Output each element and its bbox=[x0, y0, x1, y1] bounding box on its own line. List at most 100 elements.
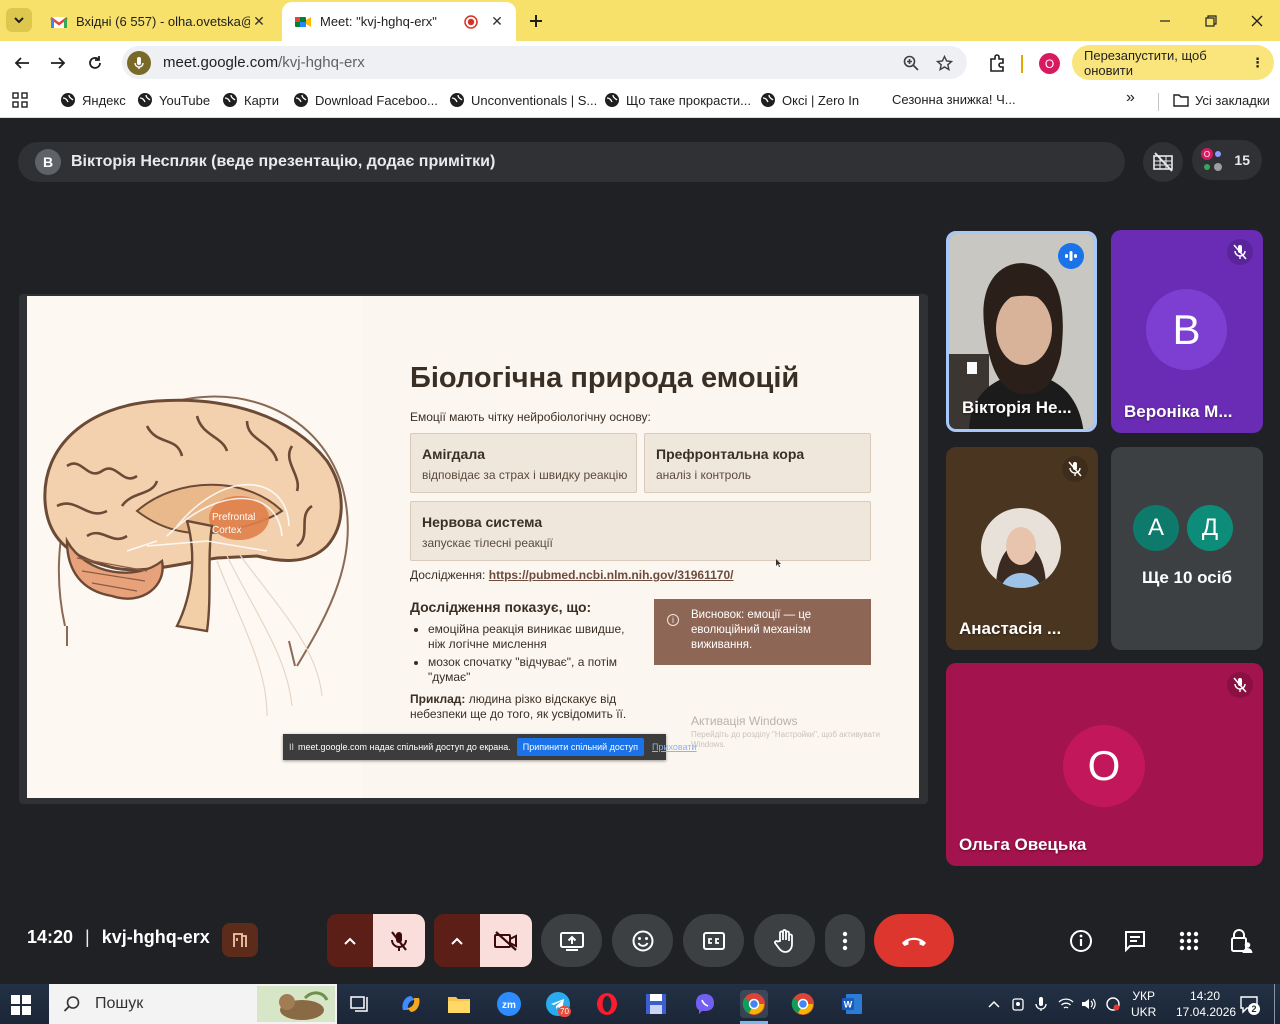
other-participants-tile[interactable]: А Д Ще 10 осіб bbox=[1111, 447, 1263, 650]
tab-gmail[interactable]: Вхідні (6 557) - olha.ovetska@n ✕ bbox=[38, 2, 278, 41]
chevron-up-icon bbox=[451, 937, 463, 945]
conclusion-box: i Висновок: емоції — це еволюційний меха… bbox=[654, 599, 871, 665]
participant-tile-viktoria[interactable]: Вікторія Не... bbox=[946, 231, 1097, 432]
info-icon: i bbox=[667, 614, 679, 626]
microphone-toggle-button[interactable] bbox=[373, 914, 425, 967]
bookmark-label: Що таке прокрасти... bbox=[626, 92, 751, 108]
bookmarks-overflow-button[interactable]: » bbox=[1126, 89, 1135, 107]
bookmark-label: Карти bbox=[244, 92, 279, 108]
research-link[interactable]: https://pubmed.ncbi.nlm.nih.gov/31961170… bbox=[489, 568, 734, 582]
viber-icon[interactable] bbox=[691, 990, 719, 1018]
profile-avatar[interactable]: O bbox=[1039, 53, 1060, 74]
example-label: Приклад: bbox=[410, 692, 466, 706]
host-controls-icon[interactable] bbox=[222, 923, 258, 957]
close-tab-icon[interactable]: ✕ bbox=[488, 13, 506, 31]
bookmark-procrastination[interactable]: Що таке прокрасти... bbox=[604, 92, 751, 108]
participant-avatar: O bbox=[1063, 725, 1145, 807]
activities-button[interactable] bbox=[1175, 927, 1203, 955]
microphone-permission-icon[interactable] bbox=[127, 50, 151, 75]
participant-tile-olha[interactable]: O Ольга Овецька bbox=[946, 663, 1263, 866]
forward-button[interactable] bbox=[44, 49, 72, 77]
close-icon bbox=[1251, 15, 1263, 26]
search-highlight-illustration bbox=[257, 986, 335, 1022]
windows-start-icon[interactable] bbox=[10, 994, 32, 1016]
participant-tile-veronika[interactable]: В Вероніка М... bbox=[1111, 230, 1263, 433]
participants-button[interactable]: O 15 bbox=[1192, 140, 1262, 180]
power-tray-icon[interactable] bbox=[1099, 990, 1127, 1018]
bookmark-oxi-zero-in[interactable]: Оксі | Zero In bbox=[760, 92, 859, 108]
apps-button[interactable] bbox=[12, 92, 28, 108]
word-icon[interactable]: W bbox=[838, 990, 866, 1018]
reactions-button[interactable] bbox=[612, 914, 673, 967]
bookmark-unconventionals[interactable]: Unconventionals | S... bbox=[449, 92, 597, 108]
bookmark-star-button[interactable] bbox=[932, 51, 956, 75]
tab-meet[interactable]: Meet: "kvj-hghq-erx" ✕ bbox=[282, 2, 516, 41]
more-menu-icon[interactable]: ⋮ bbox=[1251, 55, 1264, 71]
meeting-details-button[interactable] bbox=[1067, 927, 1095, 955]
svg-text:zm: zm bbox=[502, 1000, 516, 1011]
video-options-button[interactable] bbox=[434, 914, 480, 967]
relaunch-to-update-button[interactable]: Перезапустити, щоб оновити ⋮ bbox=[1072, 45, 1274, 80]
gmail-icon bbox=[50, 16, 68, 28]
audio-options-button[interactable] bbox=[327, 914, 373, 967]
zoom-app-icon[interactable]: zm bbox=[495, 990, 523, 1018]
show-desktop-divider[interactable] bbox=[1274, 984, 1275, 1024]
hide-self-view-button[interactable] bbox=[1143, 142, 1183, 182]
research-label: Дослідження: bbox=[410, 568, 486, 582]
camera-toggle-button[interactable] bbox=[480, 914, 532, 967]
all-bookmarks-button[interactable]: Усі закладки bbox=[1173, 92, 1270, 108]
notification-center-button[interactable]: 2 bbox=[1239, 994, 1260, 1015]
more-options-button[interactable] bbox=[825, 914, 865, 967]
bookmark-label: Сезонна знижка! Ч... bbox=[892, 92, 1016, 107]
clock-date[interactable]: 14:20 17.04.2026 bbox=[1176, 988, 1237, 1020]
raise-hand-button[interactable] bbox=[754, 914, 815, 967]
bookmark-download-facebook[interactable]: Download Faceboo... bbox=[293, 92, 438, 108]
conclusion-text: Висновок: емоції — це еволюційний механі… bbox=[691, 609, 812, 651]
close-tab-icon[interactable]: ✕ bbox=[250, 13, 268, 31]
zoom-button[interactable] bbox=[899, 51, 923, 75]
bookmark-seasonal-sale[interactable]: Сезонна знижка! Ч... bbox=[892, 92, 1016, 107]
save-app-icon[interactable] bbox=[642, 990, 670, 1018]
card-desc: запускає тілесні реакції bbox=[422, 536, 553, 550]
notification-count: 2 bbox=[1248, 1003, 1260, 1015]
stop-sharing-button[interactable]: Припинити спільний доступ bbox=[516, 738, 645, 756]
mic-tray-icon[interactable] bbox=[1027, 990, 1055, 1018]
leave-call-button[interactable] bbox=[874, 914, 954, 967]
bookmark-youtube[interactable]: YouTube bbox=[137, 92, 210, 108]
file-explorer-icon[interactable] bbox=[445, 990, 473, 1018]
task-view-icon[interactable] bbox=[346, 990, 374, 1018]
close-window-button[interactable] bbox=[1234, 0, 1280, 41]
captions-button[interactable] bbox=[683, 914, 744, 967]
host-controls-button[interactable] bbox=[1227, 927, 1255, 955]
tab-search-button[interactable] bbox=[6, 8, 32, 32]
input-language-indicator[interactable]: УКР UKR bbox=[1131, 988, 1156, 1020]
screen-share-notification-bar: II meet.google.com надає спільний доступ… bbox=[283, 734, 697, 760]
url-text[interactable]: meet.google.com/kvj-hghq-erx bbox=[163, 54, 365, 71]
new-tab-button[interactable] bbox=[524, 9, 548, 33]
chrome-icon[interactable] bbox=[789, 990, 817, 1018]
telegram-icon[interactable]: 70 bbox=[544, 990, 572, 1018]
presenter-avatar: В bbox=[35, 149, 61, 175]
address-bar[interactable]: meet.google.com/kvj-hghq-erx bbox=[122, 46, 967, 79]
taskbar-search[interactable]: Пошук bbox=[49, 984, 337, 1024]
hang-up-icon bbox=[902, 937, 926, 946]
taskbar-date: 17.04.2026 bbox=[1176, 1005, 1237, 1019]
url-path: /kvj-hghq-erx bbox=[278, 54, 365, 71]
chat-icon bbox=[1125, 931, 1145, 953]
minimize-button[interactable] bbox=[1142, 0, 1188, 41]
present-screen-button[interactable] bbox=[541, 914, 602, 967]
back-button[interactable] bbox=[8, 49, 36, 77]
globe-icon bbox=[761, 93, 775, 107]
participant-tile-anastasia[interactable]: Анастасія ... bbox=[946, 447, 1098, 650]
chat-button[interactable] bbox=[1121, 927, 1149, 955]
opera-icon[interactable] bbox=[593, 990, 621, 1018]
hide-sharebar-link[interactable]: Приховати bbox=[652, 742, 697, 752]
copilot-icon[interactable] bbox=[397, 990, 425, 1018]
chrome-active-icon[interactable] bbox=[740, 990, 768, 1018]
bookmark-yandex[interactable]: Яндекс bbox=[60, 92, 126, 108]
restore-button[interactable] bbox=[1188, 0, 1234, 41]
extensions-button[interactable] bbox=[983, 49, 1011, 77]
bookmark-maps[interactable]: Карти bbox=[222, 92, 279, 108]
reload-button[interactable] bbox=[81, 49, 109, 77]
participant-name: Вікторія Не... bbox=[962, 398, 1072, 417]
